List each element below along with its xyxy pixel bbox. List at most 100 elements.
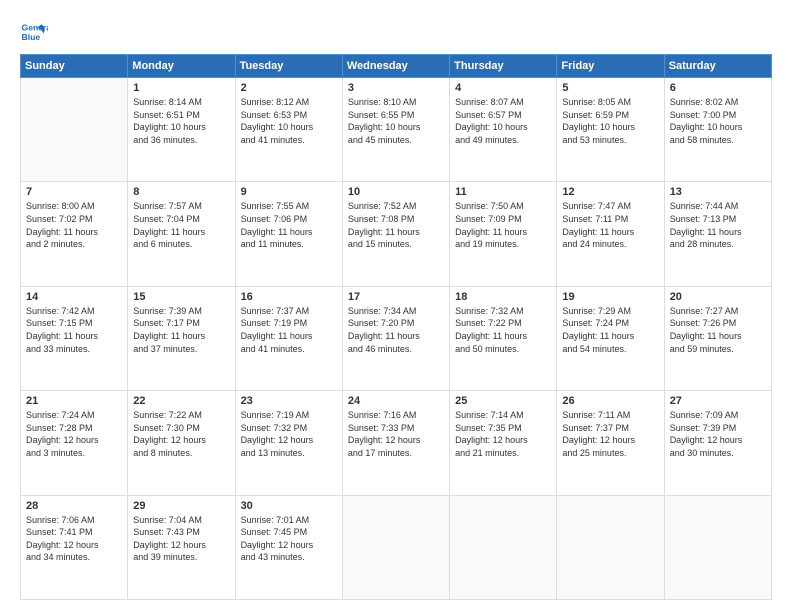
day-cell: 17 Sunrise: 7:34 AM Sunset: 7:20 PM Dayli… <box>342 286 449 390</box>
day-info: Sunrise: 7:19 AM Sunset: 7:32 PM Dayligh… <box>241 409 337 459</box>
day-cell: 19 Sunrise: 7:29 AM Sunset: 7:24 PM Dayli… <box>557 286 664 390</box>
day-number: 18 <box>455 291 551 303</box>
day-number: 23 <box>241 395 337 407</box>
svg-text:Blue: Blue <box>22 32 41 42</box>
day-number: 24 <box>348 395 444 407</box>
day-cell: 18 Sunrise: 7:32 AM Sunset: 7:22 PM Dayli… <box>450 286 557 390</box>
day-cell: 29 Sunrise: 7:04 AM Sunset: 7:43 PM Dayli… <box>128 495 235 599</box>
day-number: 20 <box>670 291 766 303</box>
day-number: 1 <box>133 82 229 94</box>
day-cell <box>21 78 128 182</box>
day-cell <box>342 495 449 599</box>
day-cell: 16Sunrise: 7:37 AM Sunset: 7:19 PM Dayli… <box>235 286 342 390</box>
day-info: Sunrise: 7:04 AM Sunset: 7:43 PM Dayligh… <box>133 514 229 564</box>
day-info: Sunrise: 7:44 AM Sunset: 7:13 PM Dayligh… <box>670 200 766 250</box>
day-info: Sunrise: 7:32 AM Sunset: 7:22 PM Dayligh… <box>455 305 551 355</box>
day-number: 19 <box>562 291 658 303</box>
day-info: Sunrise: 7:39 AM Sunset: 7:17 PM Dayligh… <box>133 305 229 355</box>
day-number: 25 <box>455 395 551 407</box>
day-cell: 7Sunrise: 8:00 AM Sunset: 7:02 PM Daylig… <box>21 182 128 286</box>
col-header-thursday: Thursday <box>450 55 557 78</box>
day-number: 26 <box>562 395 658 407</box>
day-number: 8 <box>133 186 229 198</box>
day-info: Sunrise: 7:27 AM Sunset: 7:26 PM Dayligh… <box>670 305 766 355</box>
day-cell: 28 Sunrise: 7:06 AM Sunset: 7:41 PM Dayli… <box>21 495 128 599</box>
col-header-saturday: Saturday <box>664 55 771 78</box>
day-info: Sunrise: 7:29 AM Sunset: 7:24 PM Dayligh… <box>562 305 658 355</box>
day-number: 28 <box>26 500 122 512</box>
day-cell: 23 Sunrise: 7:19 AM Sunset: 7:32 PM Dayli… <box>235 391 342 495</box>
week-row-2: 7Sunrise: 8:00 AM Sunset: 7:02 PM Daylig… <box>21 182 772 286</box>
day-cell <box>664 495 771 599</box>
week-row-1: 1 Sunrise: 8:14 AM Sunset: 6:51 PM Daylig… <box>21 78 772 182</box>
day-cell <box>557 495 664 599</box>
day-info: Sunrise: 7:01 AM Sunset: 7:45 PM Dayligh… <box>241 514 337 564</box>
day-info: Sunrise: 8:07 AM Sunset: 6:57 PM Dayligh… <box>455 96 551 146</box>
day-cell: 20 Sunrise: 7:27 AM Sunset: 7:26 PM Dayli… <box>664 286 771 390</box>
page-header: General Blue <box>20 18 772 46</box>
day-info: Sunrise: 7:37 AM Sunset: 7:19 PM Dayligh… <box>241 305 337 355</box>
day-cell: 22 Sunrise: 7:22 AM Sunset: 7:30 PM Dayli… <box>128 391 235 495</box>
day-number: 2 <box>241 82 337 94</box>
day-cell: 5Sunrise: 8:05 AM Sunset: 6:59 PM Daylig… <box>557 78 664 182</box>
day-cell: 1 Sunrise: 8:14 AM Sunset: 6:51 PM Daylig… <box>128 78 235 182</box>
day-cell: 2 Sunrise: 8:12 AM Sunset: 6:53 PM Daylig… <box>235 78 342 182</box>
day-number: 13 <box>670 186 766 198</box>
day-info: Sunrise: 7:11 AM Sunset: 7:37 PM Dayligh… <box>562 409 658 459</box>
day-cell: 6 Sunrise: 8:02 AM Sunset: 7:00 PM Daylig… <box>664 78 771 182</box>
day-cell: 3 Sunrise: 8:10 AM Sunset: 6:55 PM Daylig… <box>342 78 449 182</box>
day-number: 4 <box>455 82 551 94</box>
day-cell: 9Sunrise: 7:55 AM Sunset: 7:06 PM Daylig… <box>235 182 342 286</box>
logo: General Blue <box>20 18 48 46</box>
day-number: 15 <box>133 291 229 303</box>
day-cell: 25Sunrise: 7:14 AM Sunset: 7:35 PM Dayli… <box>450 391 557 495</box>
day-number: 22 <box>133 395 229 407</box>
day-cell: 4 Sunrise: 8:07 AM Sunset: 6:57 PM Daylig… <box>450 78 557 182</box>
day-number: 10 <box>348 186 444 198</box>
day-number: 17 <box>348 291 444 303</box>
day-number: 11 <box>455 186 551 198</box>
day-info: Sunrise: 8:10 AM Sunset: 6:55 PM Dayligh… <box>348 96 444 146</box>
day-cell: 11 Sunrise: 7:50 AM Sunset: 7:09 PM Dayli… <box>450 182 557 286</box>
day-number: 30 <box>241 500 337 512</box>
day-info: Sunrise: 8:02 AM Sunset: 7:00 PM Dayligh… <box>670 96 766 146</box>
day-number: 3 <box>348 82 444 94</box>
day-cell: 12 Sunrise: 7:47 AM Sunset: 7:11 PM Dayli… <box>557 182 664 286</box>
day-info: Sunrise: 8:00 AM Sunset: 7:02 PM Dayligh… <box>26 200 122 250</box>
day-cell: 26 Sunrise: 7:11 AM Sunset: 7:37 PM Dayli… <box>557 391 664 495</box>
day-info: Sunrise: 7:50 AM Sunset: 7:09 PM Dayligh… <box>455 200 551 250</box>
day-info: Sunrise: 7:24 AM Sunset: 7:28 PM Dayligh… <box>26 409 122 459</box>
week-row-4: 21 Sunrise: 7:24 AM Sunset: 7:28 PM Dayli… <box>21 391 772 495</box>
day-info: Sunrise: 7:42 AM Sunset: 7:15 PM Dayligh… <box>26 305 122 355</box>
day-info: Sunrise: 7:09 AM Sunset: 7:39 PM Dayligh… <box>670 409 766 459</box>
day-info: Sunrise: 7:06 AM Sunset: 7:41 PM Dayligh… <box>26 514 122 564</box>
day-info: Sunrise: 7:55 AM Sunset: 7:06 PM Dayligh… <box>241 200 337 250</box>
day-cell: 15 Sunrise: 7:39 AM Sunset: 7:17 PM Dayli… <box>128 286 235 390</box>
day-cell: 30 Sunrise: 7:01 AM Sunset: 7:45 PM Dayli… <box>235 495 342 599</box>
col-header-tuesday: Tuesday <box>235 55 342 78</box>
day-cell: 24Sunrise: 7:16 AM Sunset: 7:33 PM Dayli… <box>342 391 449 495</box>
day-cell: 13 Sunrise: 7:44 AM Sunset: 7:13 PM Dayli… <box>664 182 771 286</box>
day-info: Sunrise: 7:34 AM Sunset: 7:20 PM Dayligh… <box>348 305 444 355</box>
day-cell: 27Sunrise: 7:09 AM Sunset: 7:39 PM Dayli… <box>664 391 771 495</box>
col-header-monday: Monday <box>128 55 235 78</box>
day-info: Sunrise: 7:52 AM Sunset: 7:08 PM Dayligh… <box>348 200 444 250</box>
day-info: Sunrise: 8:14 AM Sunset: 6:51 PM Dayligh… <box>133 96 229 146</box>
calendar: SundayMondayTuesdayWednesdayThursdayFrid… <box>20 54 772 600</box>
day-cell: 21 Sunrise: 7:24 AM Sunset: 7:28 PM Dayli… <box>21 391 128 495</box>
day-number: 29 <box>133 500 229 512</box>
day-info: Sunrise: 7:57 AM Sunset: 7:04 PM Dayligh… <box>133 200 229 250</box>
week-row-3: 14Sunrise: 7:42 AM Sunset: 7:15 PM Dayli… <box>21 286 772 390</box>
col-header-wednesday: Wednesday <box>342 55 449 78</box>
day-info: Sunrise: 8:12 AM Sunset: 6:53 PM Dayligh… <box>241 96 337 146</box>
col-header-sunday: Sunday <box>21 55 128 78</box>
day-cell: 8 Sunrise: 7:57 AM Sunset: 7:04 PM Daylig… <box>128 182 235 286</box>
day-info: Sunrise: 8:05 AM Sunset: 6:59 PM Dayligh… <box>562 96 658 146</box>
day-info: Sunrise: 7:22 AM Sunset: 7:30 PM Dayligh… <box>133 409 229 459</box>
day-number: 21 <box>26 395 122 407</box>
col-header-friday: Friday <box>557 55 664 78</box>
day-number: 6 <box>670 82 766 94</box>
day-number: 12 <box>562 186 658 198</box>
logo-icon: General Blue <box>20 18 48 46</box>
day-info: Sunrise: 7:47 AM Sunset: 7:11 PM Dayligh… <box>562 200 658 250</box>
